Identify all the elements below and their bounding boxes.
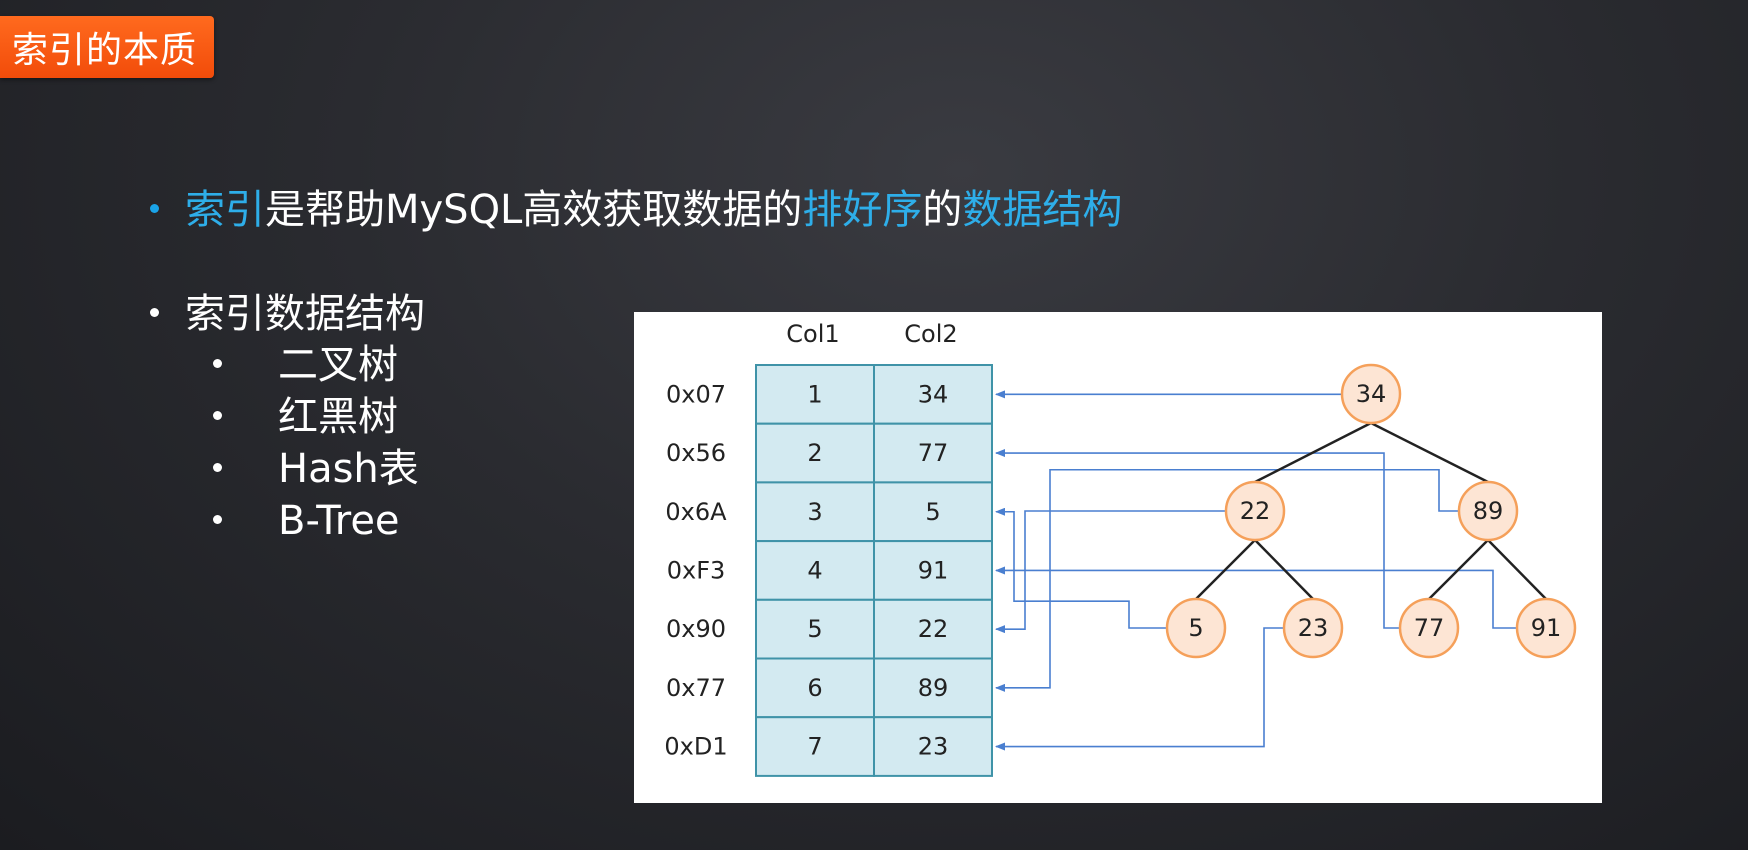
- tree-edge: [1195, 539, 1256, 600]
- structure-item-label: 二叉树: [278, 342, 398, 388]
- column-header: Col2: [904, 320, 957, 348]
- cell-col2-value: 34: [918, 380, 949, 408]
- structure-item-label: 红黑树: [278, 394, 398, 440]
- bullet-dot: [213, 410, 222, 420]
- bullet-dot: [150, 203, 159, 213]
- tree-node-value: 5: [1188, 614, 1203, 642]
- cell-col2-value: 23: [918, 733, 949, 761]
- row-address: 0xD1: [664, 733, 727, 761]
- tree-edge: [1370, 421, 1489, 484]
- structure-item: Hash表: [213, 449, 419, 489]
- tree-edge: [1428, 539, 1489, 600]
- bullet-dot: [213, 358, 222, 368]
- tree-node-value: 91: [1531, 614, 1562, 642]
- structures-heading: 索引数据结构: [185, 291, 425, 337]
- cell-col1-value: 1: [807, 380, 822, 408]
- tree-node-value: 22: [1240, 497, 1271, 525]
- structure-item: B-Tree: [213, 501, 400, 541]
- cell-col2-value: 5: [925, 498, 940, 526]
- cell-col1-value: 3: [807, 498, 822, 526]
- structure-item: 二叉树: [213, 345, 398, 385]
- tree-edge: [1254, 539, 1314, 600]
- cell-col1-value: 5: [807, 615, 822, 643]
- tree-node-value: 34: [1356, 380, 1387, 408]
- row-address: 0x90: [666, 615, 726, 643]
- structures-bullet: 索引数据结构: [150, 294, 425, 334]
- definition-part: 的: [922, 187, 963, 233]
- tree-node-value: 77: [1414, 614, 1445, 642]
- cell-col2-value: 89: [918, 674, 949, 702]
- tree-edge: [1487, 539, 1547, 600]
- cell-col1-value: 6: [807, 674, 822, 702]
- structure-item: 红黑树: [213, 397, 398, 437]
- bullet-dot: [213, 462, 222, 472]
- bullet-dot: [150, 307, 159, 317]
- row-address: 0x77: [666, 674, 726, 702]
- definition-part: 索引: [185, 187, 265, 233]
- cell-col2-value: 22: [918, 615, 949, 643]
- tree-node-value: 23: [1298, 614, 1329, 642]
- index-diagram-svg: Col1 Col2 0x07 1 34 0x56 2 77 0x6A 3 5 0xF3 4 91 0x9…: [664, 320, 1577, 777]
- structure-item-label: Hash表: [278, 446, 419, 492]
- cell-col1-value: 4: [807, 556, 822, 584]
- definition-part: 数据结构: [962, 187, 1123, 233]
- definition-part: 排好序: [802, 187, 923, 233]
- row-address: 0x6A: [665, 498, 727, 526]
- slide-title: 索引的本质: [0, 16, 214, 78]
- cell-col2-value: 91: [918, 556, 949, 584]
- row-address: 0xF3: [667, 556, 726, 584]
- index-diagram: Col1 Col2 0x07 1 34 0x56 2 77 0x6A 3 5 0xF3 4 91 0x9…: [634, 312, 1602, 803]
- cell-col1-value: 2: [807, 439, 822, 467]
- row-address: 0x07: [666, 380, 726, 408]
- row-address: 0x56: [666, 439, 726, 467]
- bullet-dot: [213, 514, 222, 524]
- cell-col2-value: 77: [918, 439, 949, 467]
- structure-item-label: B-Tree: [278, 498, 400, 544]
- column-header: Col1: [786, 320, 839, 348]
- tree-node-value: 89: [1473, 497, 1504, 525]
- definition-bullet: 索引是帮助MySQL高效获取数据的排好序的数据结构: [150, 190, 1122, 230]
- definition-part: 是帮助MySQL高效获取数据的: [265, 187, 803, 233]
- cell-col1-value: 7: [807, 733, 822, 761]
